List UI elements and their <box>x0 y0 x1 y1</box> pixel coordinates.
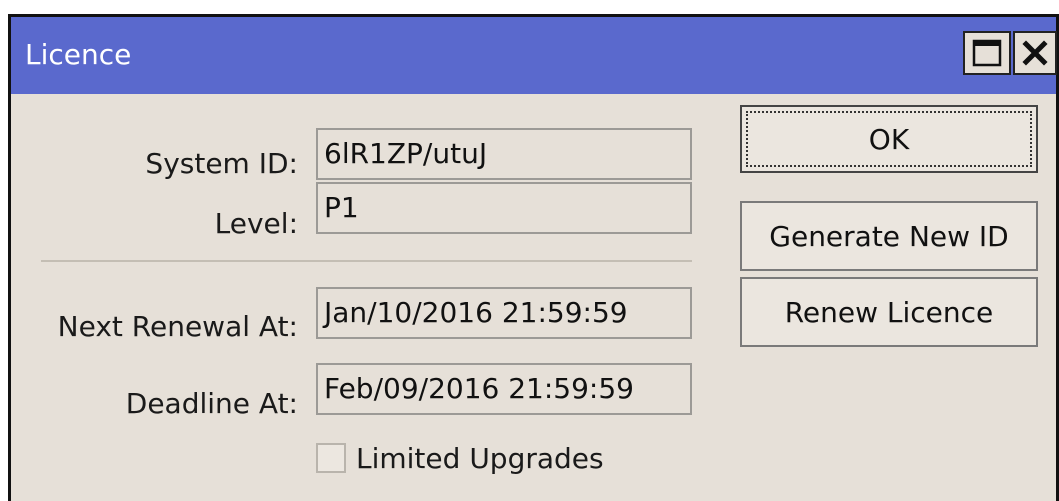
next-renewal-field[interactable]: Jan/10/2016 21:59:59 <box>316 287 692 339</box>
focus-outline <box>746 111 1032 167</box>
ok-button[interactable]: OK <box>740 105 1038 173</box>
close-button[interactable] <box>1013 31 1057 75</box>
deadline-field[interactable]: Feb/09/2016 21:59:59 <box>316 363 692 415</box>
deadline-label: Deadline At: <box>125 387 298 420</box>
limited-upgrades-label: Limited Upgrades <box>356 441 604 475</box>
system-id-label: System ID: <box>145 147 298 180</box>
limited-upgrades-row[interactable]: Limited Upgrades <box>316 435 604 481</box>
limited-upgrades-checkbox[interactable] <box>316 443 346 473</box>
next-renewal-label: Next Renewal At: <box>57 310 298 343</box>
maximize-button[interactable] <box>963 31 1011 75</box>
level-label: Level: <box>214 207 298 240</box>
close-icon <box>1022 40 1048 66</box>
title-bar[interactable]: Licence <box>11 17 1057 94</box>
generate-new-id-label: Generate New ID <box>769 219 1009 253</box>
generate-new-id-button[interactable]: Generate New ID <box>740 201 1038 271</box>
renew-licence-button[interactable]: Renew Licence <box>740 277 1038 347</box>
separator <box>41 260 692 262</box>
maximize-icon <box>972 39 1002 67</box>
level-field[interactable]: P1 <box>316 182 692 234</box>
licence-window: Licence System ID: 6lR1ZP/utuJ Level: P1… <box>8 14 1059 501</box>
system-id-field[interactable]: 6lR1ZP/utuJ <box>316 128 692 180</box>
window-title: Licence <box>25 38 132 71</box>
renew-licence-label: Renew Licence <box>784 295 994 329</box>
